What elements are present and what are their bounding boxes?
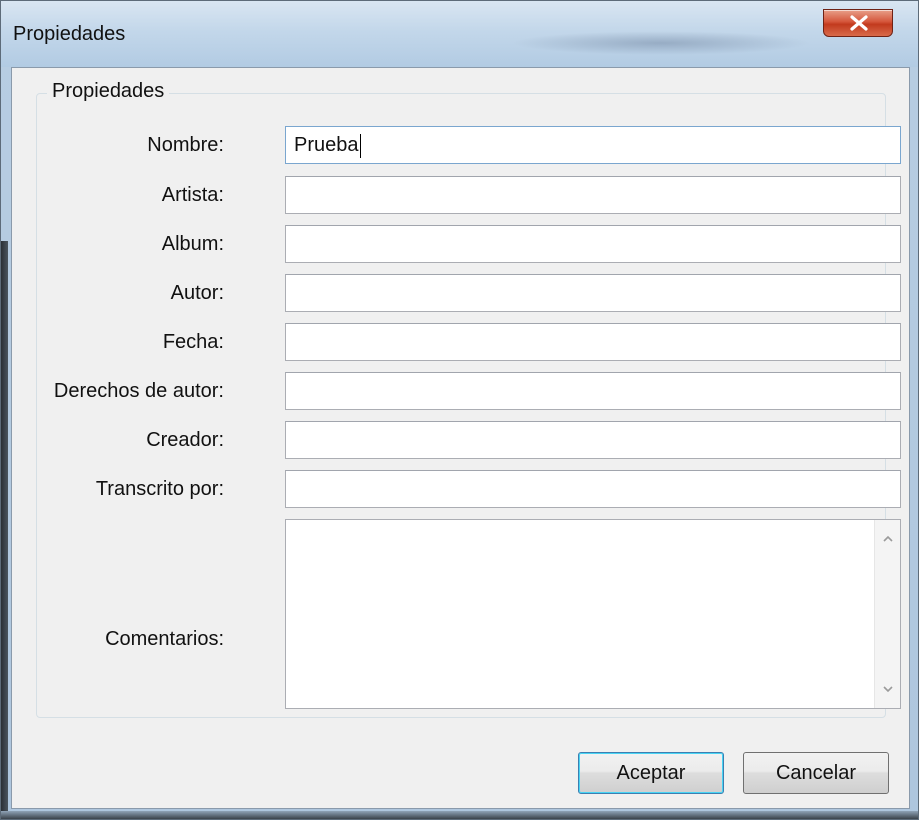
transcrito-field[interactable] — [285, 470, 901, 508]
nombre-label: Nombre: — [147, 134, 224, 156]
title-bar[interactable]: Propiedades — [1, 1, 918, 67]
comentarios-textarea[interactable] — [285, 519, 901, 709]
autor-field[interactable] — [285, 274, 901, 312]
scroll-up-icon[interactable] — [882, 534, 894, 544]
derechos-field[interactable] — [285, 372, 901, 410]
fecha-field[interactable] — [285, 323, 901, 361]
title-bar-glass — [511, 31, 811, 55]
text-caret — [359, 133, 361, 158]
close-icon — [850, 15, 868, 31]
comentarios-label: Comentarios: — [105, 628, 224, 650]
artista-field[interactable] — [285, 176, 901, 214]
properties-dialog: Propiedades Propiedades Nombre: Prueba A… — [0, 0, 919, 820]
nombre-field[interactable]: Prueba — [285, 126, 901, 164]
dialog-client-area: Propiedades Nombre: Prueba Artista: Albu… — [11, 67, 910, 809]
album-field[interactable] — [285, 225, 901, 263]
album-label: Album: — [161, 233, 224, 255]
cancel-button[interactable]: Cancelar — [743, 752, 889, 794]
fecha-label: Fecha: — [162, 331, 224, 353]
groupbox-legend: Propiedades — [47, 80, 170, 103]
transcrito-label: Transcrito por: — [95, 478, 224, 500]
creador-label: Creador: — [146, 429, 224, 451]
creador-field[interactable] — [285, 421, 901, 459]
scroll-down-icon[interactable] — [882, 684, 894, 694]
window-title: Propiedades — [13, 23, 126, 45]
window-frame-bottom — [1, 811, 918, 819]
derechos-label: Derechos de autor: — [53, 380, 224, 402]
comentarios-scrollbar[interactable] — [874, 520, 900, 708]
autor-label: Autor: — [170, 282, 224, 304]
close-button[interactable] — [823, 9, 893, 37]
nombre-value: Prueba — [294, 134, 359, 156]
accept-button[interactable]: Aceptar — [578, 752, 724, 794]
properties-groupbox: Propiedades Nombre: Prueba Artista: Albu… — [36, 80, 901, 718]
artista-label: Artista: — [161, 184, 224, 206]
